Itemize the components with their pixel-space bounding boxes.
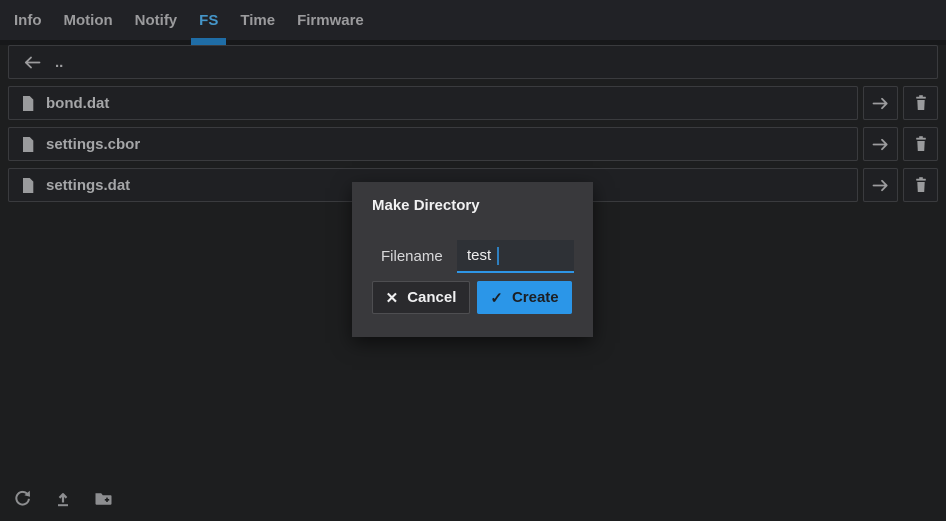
file-open-button[interactable] <box>863 127 898 161</box>
tab-firmware[interactable]: Firmware <box>297 0 364 40</box>
arrow-right-icon <box>871 136 890 153</box>
bottom-toolbar <box>13 489 113 508</box>
file-icon <box>21 95 35 112</box>
trash-icon <box>913 135 929 153</box>
parent-directory-row[interactable]: .. <box>8 45 938 79</box>
text-caret <box>497 247 499 265</box>
new-folder-button[interactable] <box>94 490 113 507</box>
file-entry-settings-cbor[interactable]: settings.cbor <box>8 127 858 161</box>
back-arrow-icon <box>22 54 42 71</box>
new-folder-icon <box>94 490 113 507</box>
file-name: settings.dat <box>46 177 130 194</box>
tab-fs[interactable]: FS <box>199 0 218 40</box>
filename-input-wrap <box>457 240 574 273</box>
file-browser: .. bond.dat <box>0 45 946 202</box>
dialog-buttons: ✕ Cancel ✓ Create <box>372 281 573 314</box>
file-icon <box>21 177 35 194</box>
parent-directory-label: .. <box>55 54 63 71</box>
file-delete-button[interactable] <box>903 127 938 161</box>
tab-motion[interactable]: Motion <box>64 0 113 40</box>
tab-time[interactable]: Time <box>240 0 275 40</box>
tab-info[interactable]: Info <box>14 0 42 40</box>
create-button[interactable]: ✓ Create <box>477 281 572 314</box>
make-directory-dialog: Make Directory Filename ✕ Cancel ✓ Creat… <box>352 182 593 337</box>
file-icon <box>21 136 35 153</box>
file-open-button[interactable] <box>863 168 898 202</box>
tab-notify[interactable]: Notify <box>135 0 178 40</box>
upload-button[interactable] <box>54 490 72 508</box>
trash-icon <box>913 176 929 194</box>
file-entry-bond-dat[interactable]: bond.dat <box>8 86 858 120</box>
cancel-button[interactable]: ✕ Cancel <box>372 281 470 314</box>
dialog-title: Make Directory <box>372 197 573 214</box>
close-icon: ✕ <box>386 289 399 307</box>
filename-form-row: Filename <box>372 240 573 273</box>
upload-icon <box>54 490 72 508</box>
file-delete-button[interactable] <box>903 168 938 202</box>
checkmark-icon: ✓ <box>490 289 503 307</box>
cancel-button-label: Cancel <box>407 289 456 306</box>
create-button-label: Create <box>512 289 559 306</box>
file-row: bond.dat <box>8 86 938 120</box>
file-name: settings.cbor <box>46 136 140 153</box>
arrow-right-icon <box>871 177 890 194</box>
file-row: settings.cbor <box>8 127 938 161</box>
arrow-right-icon <box>871 95 890 112</box>
file-name: bond.dat <box>46 95 109 112</box>
top-navbar: Info Motion Notify FS Time Firmware <box>0 0 946 40</box>
trash-icon <box>913 94 929 112</box>
refresh-button[interactable] <box>13 489 32 508</box>
refresh-icon <box>13 489 32 508</box>
filename-input[interactable] <box>457 240 574 273</box>
file-open-button[interactable] <box>863 86 898 120</box>
file-delete-button[interactable] <box>903 86 938 120</box>
filename-label: Filename <box>381 248 457 265</box>
